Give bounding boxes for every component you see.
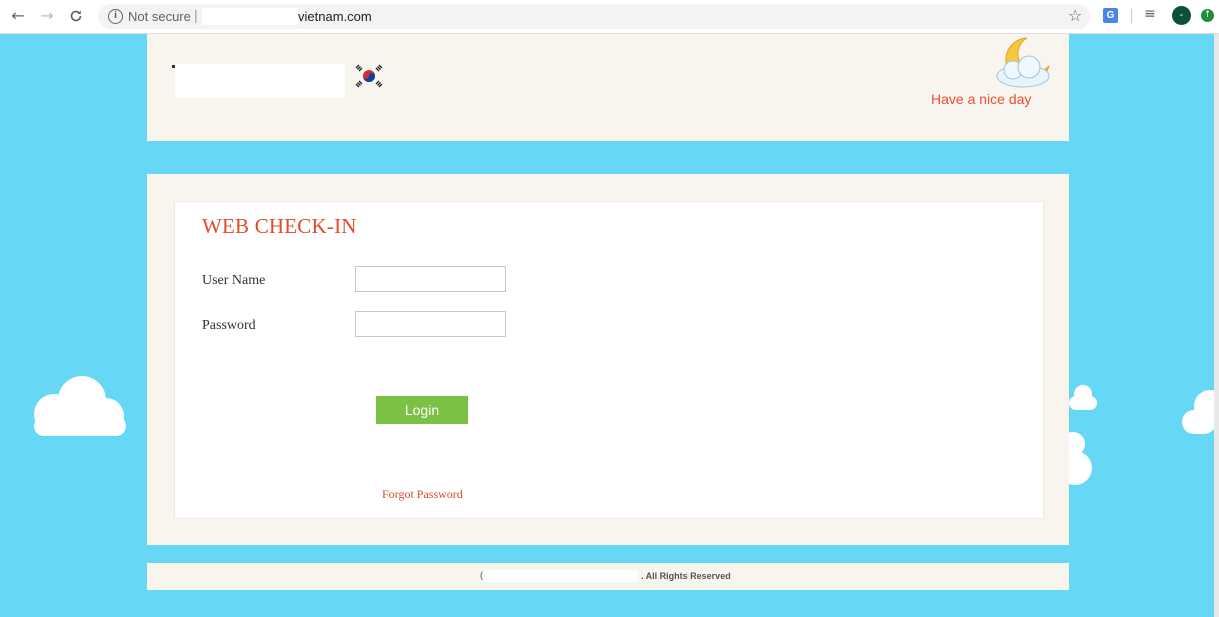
info-icon[interactable]: i bbox=[108, 9, 123, 24]
url-domain[interactable]: vietnam.com bbox=[298, 9, 372, 24]
korea-flag-icon[interactable] bbox=[353, 64, 385, 88]
site-footer: ( . All Rights Reserved bbox=[147, 563, 1069, 590]
login-section: WEB CHECK-IN User Name Password Login Fo… bbox=[147, 174, 1069, 545]
cloud-icon bbox=[34, 376, 126, 436]
update-extension-icon[interactable]: ↑ bbox=[1201, 9, 1214, 22]
url-separator: | bbox=[194, 7, 198, 23]
moon-cloud-icon bbox=[996, 37, 1050, 88]
password-input[interactable] bbox=[355, 311, 506, 337]
bookmark-star-icon[interactable]: ☆ bbox=[1068, 7, 1082, 25]
password-label: Password bbox=[202, 318, 256, 333]
copyright-prefix: ( bbox=[480, 570, 483, 580]
greeting-text: Have a nice day bbox=[931, 91, 1032, 107]
forgot-password-link[interactable]: Forgot Password bbox=[382, 487, 463, 502]
cloud-icon bbox=[1069, 385, 1097, 410]
reload-icon[interactable] bbox=[67, 7, 85, 25]
profile-avatar[interactable]: - bbox=[1172, 6, 1191, 25]
cloud-icon bbox=[1182, 390, 1214, 434]
page-scrollbar[interactable] bbox=[1214, 34, 1219, 617]
security-status[interactable]: Not secure bbox=[128, 9, 191, 24]
forward-arrow-icon[interactable]: → bbox=[38, 7, 56, 25]
translate-icon[interactable]: G bbox=[1103, 8, 1118, 23]
login-button[interactable]: Login bbox=[376, 396, 468, 424]
site-header: Have a nice day bbox=[147, 34, 1069, 141]
site-logo[interactable] bbox=[175, 64, 345, 98]
redacted-subdomain bbox=[202, 8, 298, 25]
browser-toolbar: ← → i Not secure | vietnam.com ☆ G ≡ - ↑ bbox=[0, 0, 1219, 34]
username-input[interactable] bbox=[355, 266, 506, 292]
login-form: WEB CHECK-IN User Name Password Login Fo… bbox=[174, 201, 1044, 519]
copyright-text: . All Rights Reserved bbox=[641, 571, 731, 581]
page-title: WEB CHECK-IN bbox=[202, 214, 357, 238]
address-bar[interactable]: i Not secure | vietnam.com bbox=[98, 4, 1090, 29]
cloud-icon bbox=[1069, 432, 1092, 485]
media-queue-icon[interactable]: ≡ bbox=[1144, 6, 1156, 22]
redacted-company-name bbox=[484, 570, 638, 582]
toolbar-divider bbox=[1131, 9, 1132, 23]
back-arrow-icon[interactable]: ← bbox=[9, 7, 27, 25]
username-label: User Name bbox=[202, 273, 266, 288]
